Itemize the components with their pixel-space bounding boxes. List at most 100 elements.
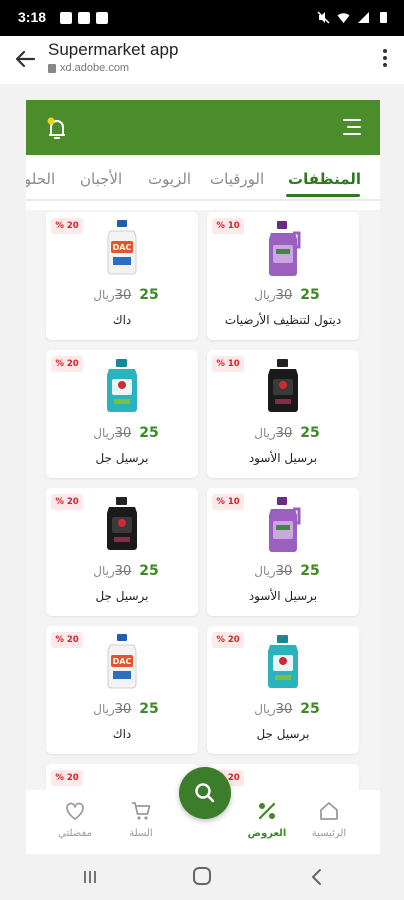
product-card[interactable]: % 10 30 25 ريال برسيل الأسود [207, 350, 359, 478]
price-row: 30 25 ريال [46, 287, 198, 303]
browser-url: xd.adobe.com [48, 62, 129, 74]
original-price: 30 [275, 426, 293, 441]
app-header [26, 100, 380, 155]
tab-detergents[interactable]: المنظفات [288, 170, 361, 188]
sale-price: 25 [139, 701, 159, 717]
currency-label: ريال [254, 564, 276, 578]
heart-icon [66, 802, 84, 820]
recent-apps-icon[interactable] [82, 869, 98, 885]
status-bar: 3:18 [0, 0, 404, 36]
status-time: 3:18 [18, 9, 47, 25]
more-options-icon[interactable] [382, 48, 388, 68]
gallery-notification-icon [60, 12, 72, 24]
original-price: 30 [114, 564, 132, 579]
notification-bell-icon[interactable] [46, 117, 68, 141]
mute-icon [317, 11, 330, 24]
discount-badge: % 10 [212, 494, 244, 510]
product-card[interactable]: % 20 30 25 ريال برسيل جل [46, 488, 198, 616]
product-image [102, 495, 142, 553]
tab-sweets[interactable]: الحلو [26, 170, 55, 188]
search-button[interactable] [179, 767, 231, 819]
home-icon [320, 802, 338, 820]
active-tab-indicator [286, 194, 360, 197]
hamburger-menu-icon[interactable] [342, 118, 362, 136]
discount-badge: % 20 [51, 770, 83, 786]
sale-price: 25 [300, 287, 320, 303]
original-price: 30 [275, 702, 293, 717]
product-image: DAC [102, 219, 142, 277]
sale-price: 25 [300, 425, 320, 441]
nav-home[interactable]: الرئيسية [294, 800, 364, 839]
original-price: 30 [114, 702, 132, 717]
product-name: برسيل الأسود [248, 589, 318, 603]
product-name: برسيل جل [95, 589, 149, 603]
currency-label: ريال [254, 288, 276, 302]
signal-icon [358, 12, 369, 23]
product-name: ديتول لتنظيف الأرضيات [224, 313, 342, 327]
product-name: برسيل جل [95, 451, 149, 465]
category-tabs: المنظفات الورقيات الزيوت الأجبان الحلو [26, 162, 380, 202]
sale-price: 25 [139, 287, 159, 303]
currency-label: ريال [93, 702, 115, 716]
price-row: 30 25 ريال [207, 701, 359, 717]
product-card[interactable]: % 20 30 25 ريال برسيل جل [207, 626, 359, 754]
product-card[interactable]: % 20 DAC 30 25 ريال داك [46, 212, 198, 340]
discount-badge: % 20 [51, 356, 83, 372]
system-navigation-bar [0, 854, 404, 900]
search-icon [195, 783, 215, 803]
price-row: 30 25 ريال [46, 425, 198, 441]
nav-favorites[interactable]: مفضلتي [40, 800, 110, 839]
app-notification-icon [96, 12, 108, 24]
nav-offers[interactable]: العروض [232, 800, 302, 839]
home-button-icon[interactable] [193, 867, 211, 885]
currency-label: ريال [93, 426, 115, 440]
discount-badge: % 20 [51, 494, 83, 510]
web-viewport: المنظفات الورقيات الزيوت الأجبان الحلو %… [0, 84, 404, 854]
product-grid: % 10 30 25 ريال ديتول لتنظيف الأرضيات % 20 DAC… [26, 210, 380, 854]
sale-price: 25 [300, 563, 320, 579]
product-card[interactable]: % 10 30 25 ريال برسيل الأسود [207, 488, 359, 616]
system-back-icon[interactable] [310, 868, 324, 886]
nav-cart-label: السلة [129, 828, 153, 839]
gmail-notification-icon [78, 12, 90, 24]
price-row: 30 25 ريال [207, 287, 359, 303]
product-image [102, 357, 142, 415]
currency-label: ريال [254, 702, 276, 716]
wifi-icon [337, 13, 350, 23]
notification-icons [60, 12, 108, 24]
nav-favorites-label: مفضلتي [58, 828, 92, 839]
discount-badge: % 20 [51, 218, 83, 234]
product-name: برسيل جل [256, 727, 310, 741]
discount-badge: % 20 [212, 632, 244, 648]
tab-oils[interactable]: الزيوت [148, 170, 191, 188]
svg-text:DAC: DAC [113, 243, 132, 252]
price-row: 30 25 ريال [207, 563, 359, 579]
product-name: داك [112, 727, 132, 741]
product-card[interactable]: % 20 DAC 30 25 ريال داك [46, 626, 198, 754]
original-price: 30 [114, 288, 132, 303]
product-card[interactable]: % 10 30 25 ريال ديتول لتنظيف الأرضيات [207, 212, 359, 340]
percent-icon [258, 802, 276, 820]
svg-text:DAC: DAC [113, 657, 132, 666]
product-image: DAC [102, 633, 142, 691]
lock-icon [48, 63, 56, 73]
discount-badge: % 10 [212, 356, 244, 372]
product-card[interactable]: % 20 30 25 ريال برسيل جل [46, 350, 198, 478]
sale-price: 25 [139, 563, 159, 579]
price-row: 30 25 ريال [207, 425, 359, 441]
tab-paper[interactable]: الورقيات [210, 170, 264, 188]
product-image [263, 495, 303, 553]
original-price: 30 [114, 426, 132, 441]
product-name: داك [112, 313, 132, 327]
back-arrow-icon[interactable] [14, 48, 36, 70]
currency-label: ريال [93, 288, 115, 302]
price-row: 30 25 ريال [46, 701, 198, 717]
original-price: 30 [275, 288, 293, 303]
url-text: xd.adobe.com [60, 62, 130, 74]
nav-cart[interactable]: السلة [106, 800, 176, 839]
tab-cheese[interactable]: الأجبان [80, 170, 122, 188]
battery-icon [380, 12, 387, 23]
nav-offers-label: العروض [247, 828, 287, 839]
tabs-divider [26, 199, 380, 201]
browser-title: Supermarket app [48, 40, 179, 59]
